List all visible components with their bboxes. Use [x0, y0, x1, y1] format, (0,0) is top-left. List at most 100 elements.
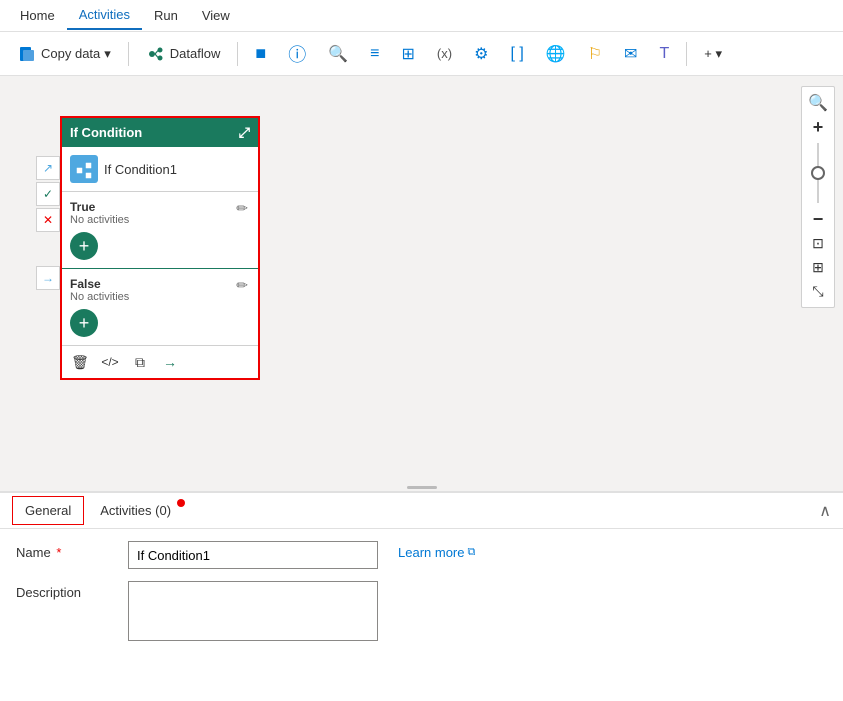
flag-icon: ⚐	[588, 44, 602, 64]
toolbar-separator-3	[686, 42, 687, 66]
icon-btn-2[interactable]: ⓘ	[279, 36, 315, 72]
copy-data-button[interactable]: Copy data ▾	[8, 39, 120, 69]
fit-selection-button[interactable]: ⊞	[806, 255, 830, 279]
name-label-text: Name	[16, 545, 51, 560]
header-icons: ⤢	[239, 124, 250, 141]
description-input[interactable]	[128, 581, 378, 641]
menu-view[interactable]: View	[190, 2, 242, 29]
blue-square-icon: ■	[255, 43, 266, 64]
activities-tab-label: Activities (0)	[100, 503, 171, 518]
copy-data-icon	[17, 44, 37, 64]
true-side-actions: ↗ ✓ ✕	[36, 156, 60, 232]
name-input[interactable]	[128, 541, 378, 569]
activities-badge	[177, 499, 185, 507]
fit-page-button[interactable]: ⊡	[806, 231, 830, 255]
branch-edit-true-icon[interactable]: ✏	[236, 200, 248, 217]
collapse-panel-button[interactable]: ∧	[819, 501, 831, 521]
delete-icon[interactable]: 🗑	[70, 352, 90, 372]
false-arrow-icon[interactable]: →	[36, 266, 60, 290]
toolbar-separator-2	[237, 42, 238, 66]
toolbar-separator-1	[128, 42, 129, 66]
learn-more-link[interactable]: Learn more ⧉	[398, 541, 475, 560]
name-required-indicator: *	[56, 545, 61, 560]
icon-btn-4[interactable]: ≡	[361, 40, 388, 68]
properties-tabs: General Activities (0) ∧	[0, 493, 843, 529]
resize-indicator	[407, 486, 437, 489]
list-icon: ≡	[370, 45, 379, 63]
if-condition-box: If Condition ⤢	[60, 116, 260, 380]
tab-general[interactable]: General	[12, 496, 84, 525]
search-icon: 🔍	[328, 44, 348, 64]
false-branch: ✏ False No activities +	[62, 268, 258, 345]
icon-btn-11[interactable]: ✉	[615, 39, 646, 69]
toolbar: Copy data ▾ Dataflow ■ ⓘ 🔍 ≡ ⊞ (x) ⚙ [ ]…	[0, 32, 843, 76]
add-true-activity-button[interactable]: +	[70, 232, 98, 260]
teams-icon: T	[659, 45, 669, 63]
zoom-slider-thumb[interactable]	[811, 166, 825, 180]
true-label: True	[70, 200, 250, 214]
copy-data-label: Copy data	[41, 46, 100, 61]
resize-handle[interactable]	[402, 483, 442, 491]
icon-btn-6[interactable]: (x)	[428, 41, 461, 66]
copy-data-chevron-icon: ▾	[104, 46, 111, 62]
if-title-row: If Condition1	[62, 147, 258, 191]
description-label-text: Description	[16, 585, 81, 600]
branch-edit-false-icon[interactable]: ✏	[236, 277, 248, 294]
if-condition-name: If Condition1	[104, 162, 177, 177]
if-condition-header: If Condition ⤢	[62, 118, 258, 147]
arrow-right-icon[interactable]: →	[160, 352, 180, 372]
if-condition-footer: 🗑 </> ⧉ →	[62, 345, 258, 378]
main-layout: If Condition ⤢	[0, 76, 843, 701]
dataflow-button[interactable]: Dataflow	[137, 39, 230, 69]
icon-btn-7[interactable]: ⚙	[465, 39, 497, 69]
menu-bar: Home Activities Run View	[0, 0, 843, 32]
if-condition-type-icon	[70, 155, 98, 183]
icon-btn-12[interactable]: T	[650, 40, 678, 68]
icon-btn-3[interactable]: 🔍	[319, 39, 357, 69]
tab-activities[interactable]: Activities (0)	[88, 497, 183, 524]
description-label: Description	[16, 581, 116, 600]
external-link-icon: ⧉	[467, 546, 475, 559]
copy-icon[interactable]: ⧉	[130, 352, 150, 372]
if-condition-title: If Condition	[70, 125, 142, 140]
collapse-button[interactable]: ⤡	[806, 279, 830, 303]
true-redirect-icon[interactable]: ↗	[36, 156, 60, 180]
zoom-in-button[interactable]: +	[806, 115, 830, 139]
zoom-controls: 🔍 + − ⊡ ⊞ ⤡	[801, 86, 835, 308]
false-sublabel: No activities	[70, 291, 250, 303]
menu-home[interactable]: Home	[8, 2, 67, 29]
icon-btn-1[interactable]: ■	[246, 38, 275, 69]
menu-run[interactable]: Run	[142, 2, 190, 29]
icon-btn-10[interactable]: ⚐	[579, 39, 611, 69]
true-close-icon[interactable]: ✕	[36, 208, 60, 232]
general-tab-label: General	[25, 503, 71, 518]
name-label: Name *	[16, 541, 116, 560]
table-icon: ⊞	[402, 44, 415, 64]
info-icon: ⓘ	[288, 41, 306, 67]
icon-btn-5[interactable]: ⊞	[393, 39, 424, 69]
add-more-button[interactable]: + ▾	[695, 41, 731, 67]
expand-icon[interactable]: ⤢	[239, 124, 250, 141]
bracket-icon: [ ]	[510, 45, 523, 63]
zoom-slider-track	[817, 143, 819, 203]
learn-more-label: Learn more	[398, 545, 464, 560]
properties-content: Name * Learn more ⧉ Description	[0, 529, 843, 665]
plus-label: + ▾	[704, 46, 722, 62]
true-branch: ✏ True No activities +	[62, 191, 258, 268]
zoom-search-button[interactable]: 🔍	[806, 91, 830, 115]
properties-panel: General Activities (0) ∧ Name * Learn mo…	[0, 491, 843, 701]
icon-btn-9[interactable]: 🌐	[537, 39, 575, 69]
false-label: False	[70, 277, 250, 291]
menu-activities[interactable]: Activities	[67, 1, 142, 30]
add-false-activity-button[interactable]: +	[70, 309, 98, 337]
canvas: If Condition ⤢	[0, 76, 843, 491]
icon-btn-8[interactable]: [ ]	[501, 40, 532, 68]
name-row: Name * Learn more ⧉	[16, 541, 827, 569]
zoom-out-button[interactable]: −	[806, 207, 830, 231]
variable-icon: (x)	[437, 46, 452, 61]
true-check-icon[interactable]: ✓	[36, 182, 60, 206]
false-side-actions: →	[36, 266, 60, 290]
true-sublabel: No activities	[70, 214, 250, 226]
globe-icon: 🌐	[546, 44, 566, 64]
code-icon[interactable]: </>	[100, 352, 120, 372]
